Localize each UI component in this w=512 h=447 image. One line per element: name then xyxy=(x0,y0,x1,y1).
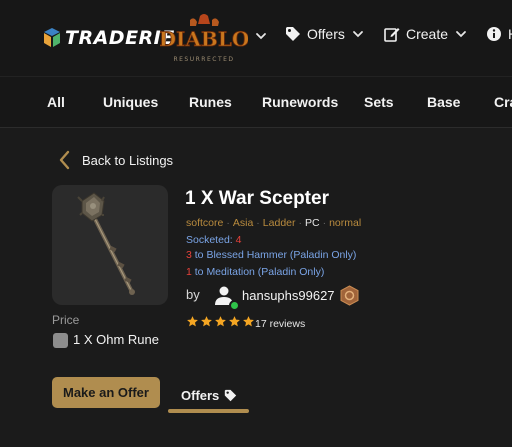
property-mode: softcore xyxy=(186,217,224,229)
tag-icon xyxy=(286,27,300,41)
nav-help[interactable]: H xyxy=(486,26,512,42)
back-label: Back to Listings xyxy=(82,152,174,168)
game-logo-title: DIABLO xyxy=(160,27,248,51)
stat-blessed-hammer: 3 to Blessed Hammer (Paladin Only) xyxy=(186,249,356,261)
star-icon xyxy=(187,316,198,327)
by-label: by xyxy=(186,287,200,302)
diablo-2-logo[interactable]: DIABLO RESURRECTED xyxy=(160,14,248,66)
top-navbar: TRADERIE DIABLO RESURRECTED Offers Creat… xyxy=(0,0,512,76)
star-icon xyxy=(229,316,240,327)
tab-runewords[interactable]: Runewords xyxy=(262,94,338,110)
back-to-listings-link[interactable]: Back to Listings xyxy=(58,150,173,170)
game-logo-subtitle: RESURRECTED xyxy=(173,56,234,63)
online-status-dot xyxy=(229,300,240,311)
property-difficulty: normal xyxy=(329,217,362,229)
stat-text: to Blessed Hammer (Paladin Only) xyxy=(194,249,357,261)
edit-icon xyxy=(384,28,400,42)
property-ladder: Ladder xyxy=(262,217,296,229)
seller-username[interactable]: hansuphs99627 xyxy=(242,288,335,303)
tab-runes[interactable]: Runes xyxy=(189,94,232,110)
nav-offers-label: Offers xyxy=(307,26,345,42)
nav-offers[interactable]: Offers xyxy=(285,26,364,42)
stat-meditation: 1 to Meditation (Paladin Only) xyxy=(186,266,324,278)
category-tabs: All Uniques Runes Runewords Sets Base Cr… xyxy=(0,76,512,128)
star-icon xyxy=(243,316,254,327)
stat-value: 1 xyxy=(186,266,192,278)
chevron-down-icon xyxy=(352,31,363,38)
tab-base[interactable]: Base xyxy=(427,94,460,110)
price-label: Price xyxy=(52,313,80,327)
property-region: Asia xyxy=(232,217,254,229)
stat-text: to Meditation (Paladin Only) xyxy=(194,266,325,278)
stat-value: 3 xyxy=(186,249,192,261)
chevron-left-icon xyxy=(59,150,70,170)
socketed-label: Socketed: xyxy=(186,234,233,246)
traderie-logo[interactable]: TRADERIE xyxy=(42,27,175,49)
nav-create[interactable]: Create xyxy=(384,26,467,42)
nav-help-label: H xyxy=(508,26,512,42)
ohm-rune-icon xyxy=(53,333,68,348)
active-tab-indicator xyxy=(168,409,249,413)
brand-name: TRADERIE xyxy=(65,27,175,49)
nav-create-label: Create xyxy=(406,26,449,42)
item-properties: softcore · Asia · Ladder · PC · normal xyxy=(186,217,362,229)
reviews-link[interactable]: 17 reviews xyxy=(255,318,305,330)
traderie-logo-icon xyxy=(44,28,60,47)
socketed-stat: Socketed: 4 xyxy=(186,234,241,246)
make-offer-button[interactable]: Make an Offer xyxy=(52,377,160,408)
tab-uniques[interactable]: Uniques xyxy=(103,94,158,110)
tab-sets[interactable]: Sets xyxy=(364,94,394,110)
tab-offers[interactable]: Offers xyxy=(168,384,249,414)
tag-icon xyxy=(225,389,237,402)
item-title: 1 X War Scepter xyxy=(185,188,329,209)
socketed-value: 4 xyxy=(235,234,242,246)
star-icon xyxy=(215,316,226,327)
chevron-down-icon xyxy=(456,31,466,38)
seller-badge-icon xyxy=(340,285,359,306)
offers-tab-label: Offers xyxy=(181,388,220,403)
tab-crafted[interactable]: Cra xyxy=(494,94,512,110)
property-platform: PC xyxy=(305,217,320,229)
info-icon xyxy=(487,27,501,41)
war-scepter-icon xyxy=(77,192,135,295)
tab-all[interactable]: All xyxy=(47,94,65,110)
item-image xyxy=(52,185,168,305)
star-icon xyxy=(201,316,212,327)
seller-rating xyxy=(186,315,256,328)
chevron-down-icon[interactable] xyxy=(255,30,267,42)
price-value: 1 X Ohm Rune xyxy=(73,332,159,347)
